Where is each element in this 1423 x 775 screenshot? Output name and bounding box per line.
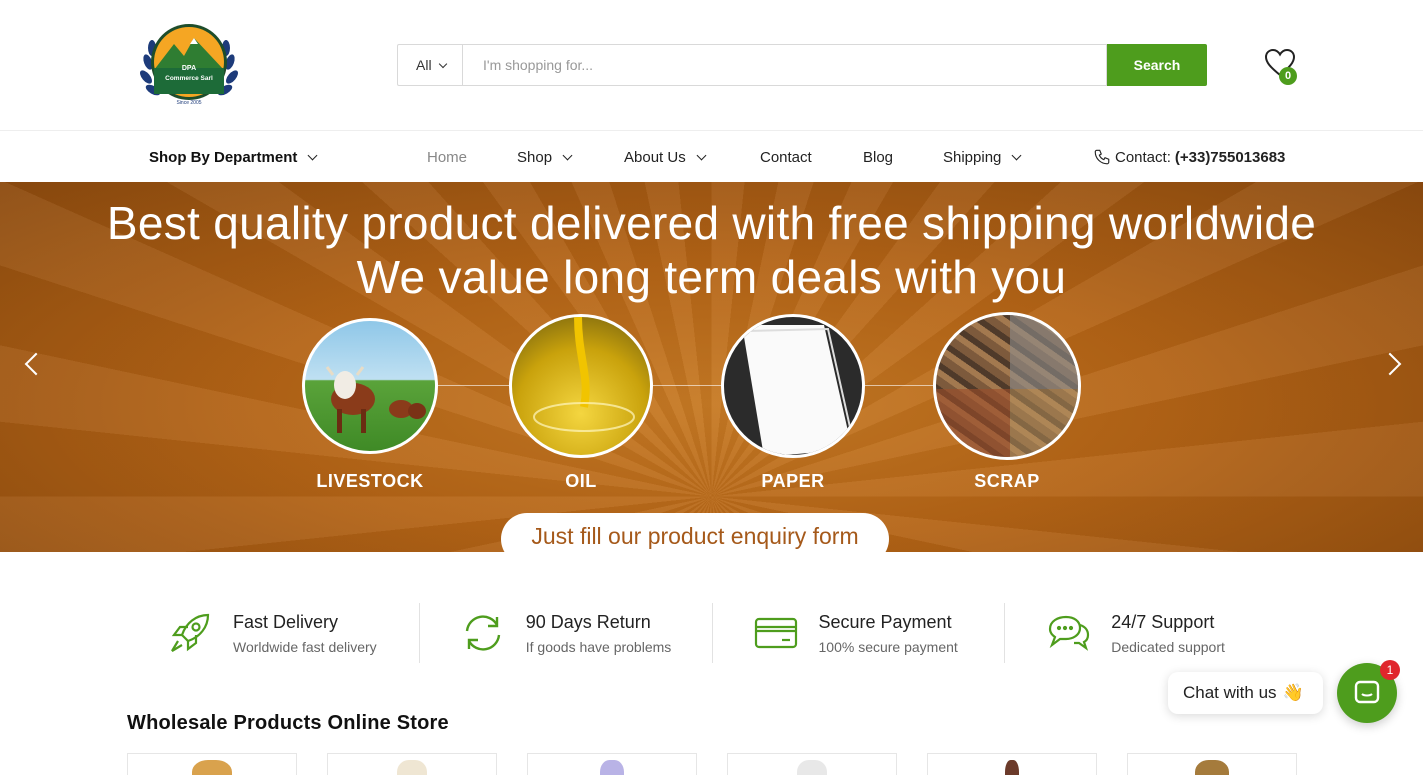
product-thumbnail: [797, 760, 827, 775]
chevron-down-icon: [562, 150, 573, 161]
logo-text-main: Commerce Sarl: [165, 75, 213, 82]
category-label-livestock: LIVESTOCK: [316, 471, 424, 491]
chevron-down-icon: [438, 59, 447, 68]
nav-item-label: Shipping: [943, 149, 1002, 166]
nav-item-label: Blog: [863, 149, 894, 166]
header-contact-phone[interactable]: Contact: (+33)755013683: [1093, 148, 1285, 166]
product-card[interactable]: [927, 753, 1097, 775]
logo-text-since: Since 2005: [176, 100, 201, 106]
department-label: Shop By Department: [149, 149, 298, 166]
contact-phone-number: (+33)755013683: [1174, 148, 1286, 166]
shop-by-department-menu[interactable]: Shop By Department: [149, 149, 318, 166]
nav-item-home[interactable]: Home: [427, 149, 467, 166]
chat-icon: [1354, 680, 1380, 704]
banner-headline-1: Best quality product delivered with free…: [106, 197, 1317, 249]
chevron-down-icon: [1011, 150, 1022, 161]
feature-subtitle: Dedicated support: [1111, 638, 1225, 655]
nav-item-label: About Us: [624, 149, 686, 166]
search-input[interactable]: [462, 44, 1107, 86]
feature-title: Fast Delivery: [233, 611, 339, 632]
hero-banner-slider[interactable]: Best quality product delivered with free…: [0, 182, 1423, 552]
feature-subtitle: If goods have problems: [525, 638, 672, 655]
product-grid: [127, 753, 1297, 775]
product-card[interactable]: [527, 753, 697, 775]
feature-support: 24/7 Support Dedicated support: [1005, 603, 1297, 663]
feature-subtitle: 100% secure payment: [818, 638, 958, 655]
section-title: Wholesale Products Online Store: [127, 712, 449, 734]
nav-item-about-us[interactable]: About Us: [624, 149, 707, 166]
product-thumbnail: [1195, 760, 1229, 775]
livestock-image[interactable]: [302, 318, 438, 454]
chat-bubbles-icon: [1045, 610, 1091, 656]
paper-image[interactable]: [721, 314, 865, 458]
nav-item-label: Contact: [760, 149, 812, 166]
category-label-oil: OIL: [565, 471, 597, 491]
logo-text-top: DPA: [182, 65, 196, 72]
feature-secure-payment: Secure Payment 100% secure payment: [713, 603, 1006, 663]
product-thumbnail: [397, 760, 427, 775]
search-category-value: All: [416, 57, 432, 73]
nav-item-blog[interactable]: Blog: [863, 149, 893, 166]
oil-image[interactable]: [509, 314, 653, 458]
wishlist-button[interactable]: 0: [1264, 48, 1298, 85]
nav-item-shipping[interactable]: Shipping: [943, 149, 1022, 166]
chevron-down-icon: [307, 150, 318, 161]
category-label-paper: PAPER: [761, 471, 825, 491]
product-card[interactable]: [1127, 753, 1297, 775]
rocket-icon: [167, 610, 213, 656]
nav-item-shop[interactable]: Shop: [517, 149, 573, 166]
search-button[interactable]: Search: [1107, 44, 1207, 86]
chat-prompt-bubble[interactable]: Chat with us 👋: [1168, 672, 1323, 714]
category-label-scrap: SCRAP: [974, 471, 1040, 491]
chevron-down-icon: [696, 150, 707, 161]
contact-label: Contact:: [1115, 148, 1171, 166]
scrap-image[interactable]: [933, 312, 1081, 460]
product-card[interactable]: [327, 753, 497, 775]
site-logo[interactable]: DPA Commerce Sarl Since 2005: [136, 22, 242, 108]
waving-hand-icon: 👋: [1282, 683, 1304, 702]
banner-headline-2: We value long term deals with you: [356, 251, 1067, 303]
search-bar: All Search: [397, 44, 1207, 86]
product-thumbnail: [600, 760, 624, 775]
feature-title: Secure Payment: [818, 611, 952, 632]
product-thumbnail: [192, 760, 232, 775]
product-enquiry-cta[interactable]: Just fill our product enquiry form: [501, 513, 889, 552]
search-category-select[interactable]: All: [397, 44, 462, 86]
feature-title: 24/7 Support: [1111, 611, 1215, 632]
site-header: DPA Commerce Sarl Since 2005 All Search …: [0, 0, 1423, 130]
product-card[interactable]: [127, 753, 297, 775]
phone-icon: [1094, 149, 1110, 165]
feature-fast-delivery: Fast Delivery Worldwide fast delivery: [127, 603, 420, 663]
product-card[interactable]: [727, 753, 897, 775]
chat-unread-badge: 1: [1380, 660, 1400, 680]
nav-item-contact[interactable]: Contact: [760, 149, 812, 166]
main-navigation: Shop By Department Home Shop About Us Co…: [0, 130, 1423, 182]
banner-connector-line: [370, 385, 1006, 386]
chat-label: Chat with us: [1183, 683, 1277, 702]
nav-item-label: Home: [427, 149, 468, 166]
wishlist-count-badge: 0: [1279, 67, 1297, 85]
nav-item-label: Shop: [517, 149, 553, 166]
refresh-icon: [460, 610, 506, 656]
feature-subtitle: Worldwide fast delivery: [233, 638, 377, 655]
features-strip: Fast Delivery Worldwide fast delivery 90…: [127, 603, 1297, 663]
credit-card-icon: [753, 610, 799, 656]
feature-return: 90 Days Return If goods have problems: [420, 603, 713, 663]
feature-title: 90 Days Return: [525, 611, 651, 632]
product-thumbnail: [1005, 760, 1019, 775]
